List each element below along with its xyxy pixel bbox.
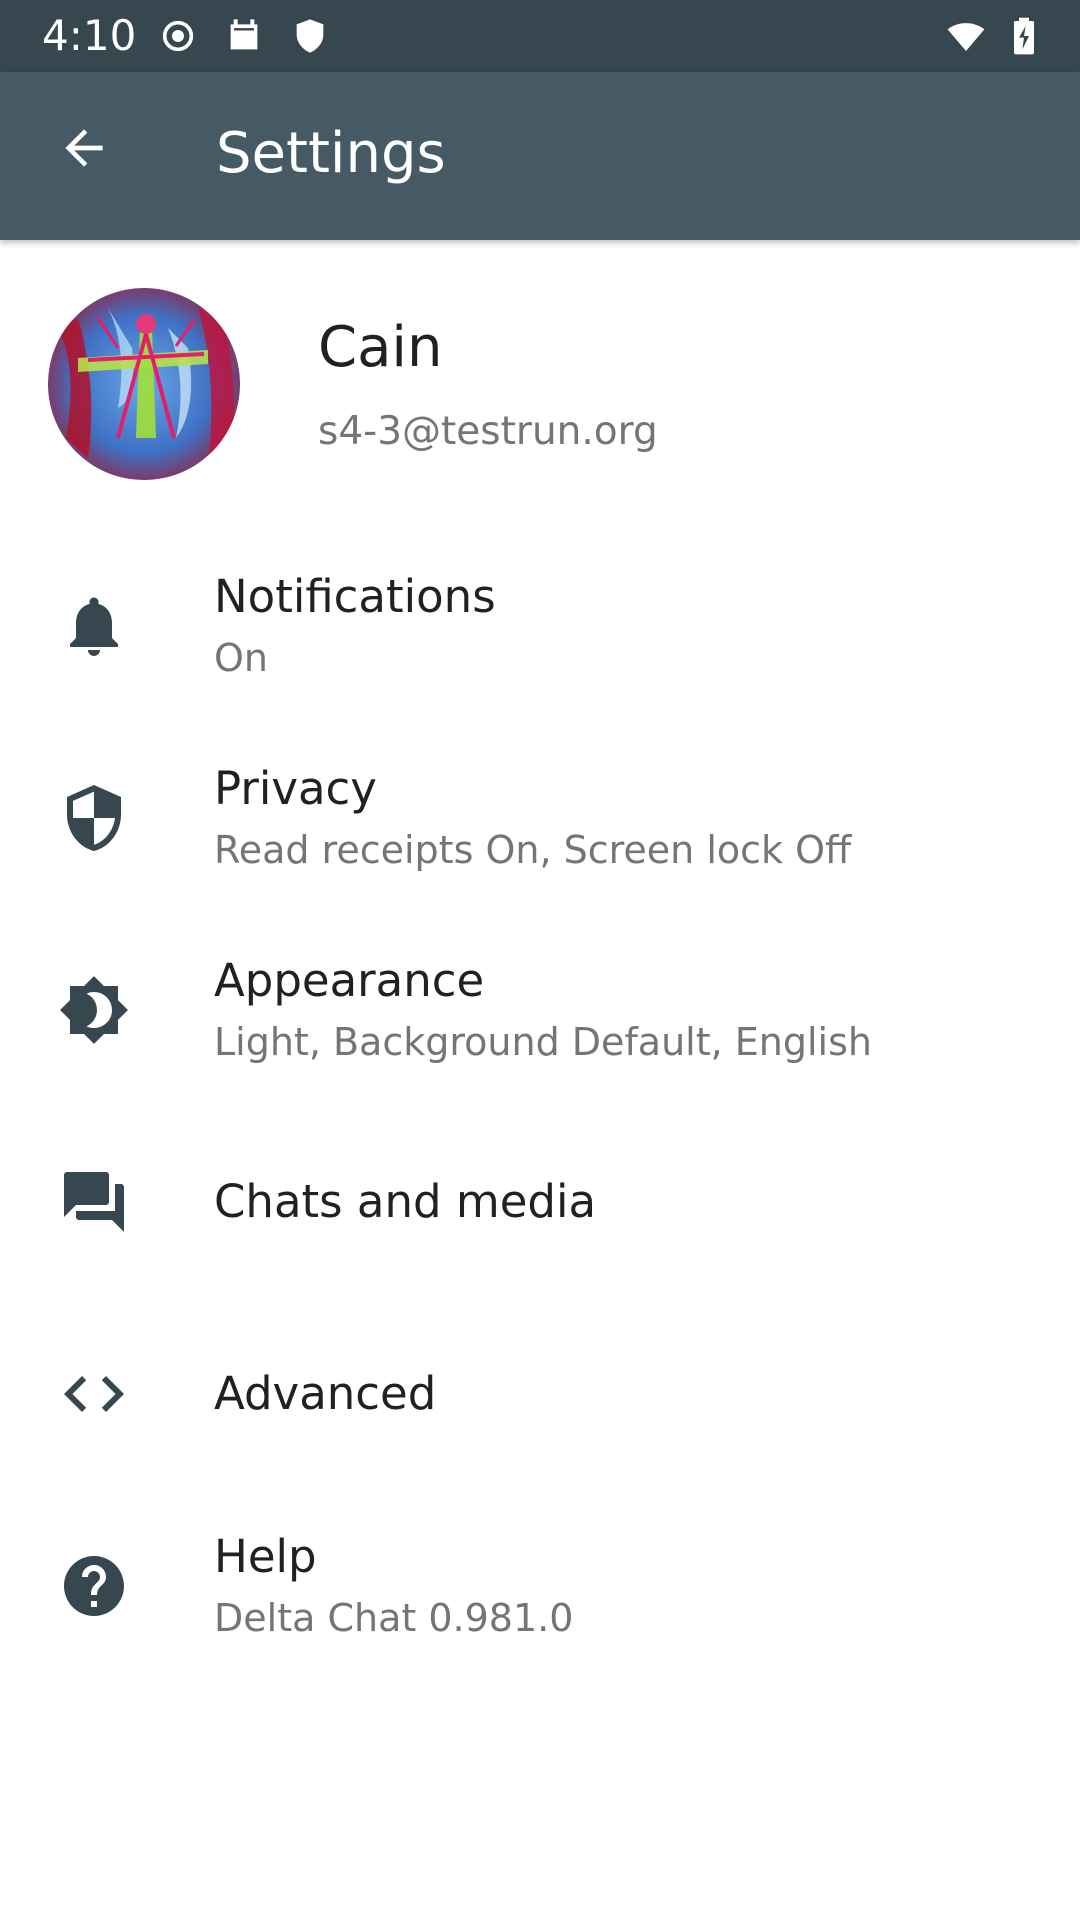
settings-item-chats-and-media[interactable]: Chats and media [0, 1106, 1080, 1298]
avatar-image [48, 288, 240, 480]
settings-item-title: Help [214, 1530, 317, 1583]
settings-list: Notifications On Privacy Read receipts O… [0, 530, 1080, 1682]
settings-item-notifications[interactable]: Notifications On [0, 530, 1080, 722]
status-time: 4:10 [42, 11, 137, 60]
code-icon [58, 1358, 130, 1430]
calendar-icon [224, 16, 264, 56]
settings-item-title: Advanced [214, 1367, 437, 1420]
settings-item-title: Chats and media [214, 1175, 597, 1228]
settings-item-title: Privacy [214, 762, 377, 815]
brightness-icon [58, 974, 130, 1046]
settings-item-summary: Delta Chat 0.981.0 [214, 1596, 574, 1640]
settings-item-help[interactable]: Help Delta Chat 0.981.0 [0, 1490, 1080, 1682]
app-bar: Settings [0, 72, 1080, 240]
settings-item-summary: Light, Background Default, English [214, 1020, 872, 1064]
settings-item-title: Appearance [214, 954, 485, 1007]
settings-item-appearance[interactable]: Appearance Light, Background Default, En… [0, 914, 1080, 1106]
page-title: Settings [216, 121, 446, 186]
settings-item-summary: Read receipts On, Screen lock Off [214, 828, 852, 872]
settings-item-privacy[interactable]: Privacy Read receipts On, Screen lock Of… [0, 722, 1080, 914]
status-bar: 4:10 [0, 0, 1080, 72]
profile-name: Cain [318, 315, 443, 380]
profile-header[interactable]: Cain s4-3@testrun.org [0, 240, 1080, 530]
shield-icon [290, 16, 330, 56]
profile-email: s4-3@testrun.org [318, 409, 658, 454]
arrow-back-icon [65, 129, 103, 167]
settings-item-title: Notifications [214, 570, 496, 623]
record-icon [158, 16, 198, 56]
chat-icon [58, 1166, 130, 1238]
settings-item-summary: On [214, 636, 268, 680]
bell-icon [58, 590, 130, 662]
battery-icon [1004, 16, 1044, 56]
back-button[interactable] [44, 108, 124, 188]
help-icon [58, 1550, 130, 1622]
wifi-icon [946, 16, 986, 56]
settings-item-advanced[interactable]: Advanced [0, 1298, 1080, 1490]
avatar[interactable] [48, 288, 240, 480]
shield-icon [58, 782, 130, 854]
